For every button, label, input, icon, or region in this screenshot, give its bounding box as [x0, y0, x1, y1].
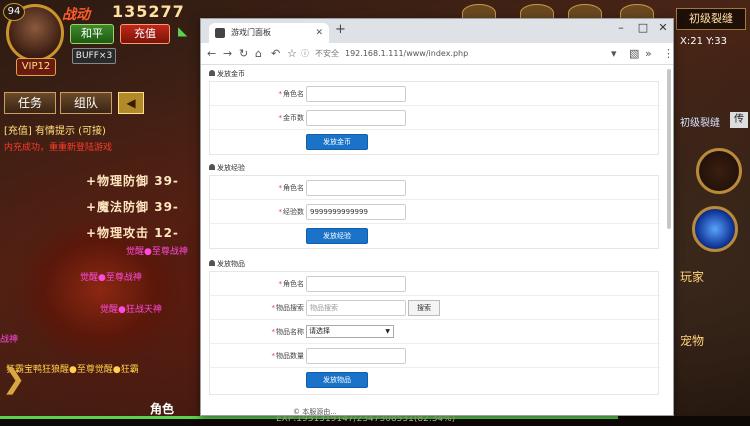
- form-row: *物品搜索 物品搜索 搜索: [210, 296, 660, 320]
- field-label: *角色名: [278, 280, 305, 288]
- item-search-input[interactable]: 物品搜索: [306, 300, 406, 316]
- recharge-button[interactable]: 充值: [120, 24, 170, 44]
- players-button[interactable]: 玩家: [680, 268, 704, 285]
- field-label: *物品名称: [271, 328, 305, 336]
- browser-toolbar: ← → ↻ ⌂ ↶ ☆ ⓘ 不安全 192.168.1.111/www/index.…: [201, 43, 673, 65]
- chat-line: 觉醒●狂战天神: [100, 305, 162, 315]
- info-icon: ⓘ: [301, 49, 309, 58]
- minimize-icon[interactable]: –: [611, 21, 631, 34]
- page-content: 发放金币 *角色名 *金币数 发放金币 发放经验 *角色名 *经验数 99999…: [201, 65, 673, 416]
- field-label: *角色名: [278, 90, 305, 98]
- stat-line: +物理攻击 12-: [86, 226, 179, 240]
- chat-line: 狂霸宝鸭狂狼醒●至尊觉醒●狂霸: [6, 365, 139, 375]
- field-label: *经验数: [278, 208, 305, 216]
- tab-team[interactable]: 组队: [60, 92, 112, 114]
- form-row: *物品名称 请选择 ▼: [210, 320, 660, 344]
- extension-icon[interactable]: ▧: [629, 47, 639, 60]
- gold-role-name-input[interactable]: [306, 86, 406, 102]
- browser-titlebar: 游戏门面板 ✕ + – □ ✕: [201, 19, 673, 43]
- lava-area: [20, 220, 180, 360]
- more-tools-icon[interactable]: »: [645, 47, 652, 60]
- close-window-icon[interactable]: ✕: [653, 21, 673, 34]
- section-title-item: 发放物品: [209, 259, 245, 269]
- form-row: *经验数 9999999999999: [210, 200, 660, 224]
- stat-line: +魔法防御 39-: [86, 200, 179, 214]
- map-label: 初级裂缝: [680, 118, 720, 129]
- form-row: *角色名: [210, 176, 660, 200]
- address-bar[interactable]: ⓘ 不安全 192.168.1.111/www/index.php: [301, 46, 601, 62]
- player-level: 94: [3, 3, 25, 21]
- buff-badge[interactable]: BUFF×3: [72, 48, 116, 64]
- page-footer: © 本服源由...: [293, 408, 337, 416]
- form-row: *角色名: [210, 82, 660, 106]
- reload-icon[interactable]: ↻: [239, 47, 248, 60]
- gold-amount-input[interactable]: [306, 110, 406, 126]
- coordinates: X:21 Y:33: [680, 36, 727, 47]
- field-label: *金币数: [278, 114, 305, 122]
- skill-orb-icon[interactable]: [696, 148, 742, 194]
- search-button[interactable]: 搜索: [408, 300, 440, 316]
- new-tab-icon[interactable]: +: [335, 22, 346, 37]
- field-label: *物品搜索: [271, 304, 305, 312]
- expand-arrow-icon[interactable]: ❯: [2, 362, 25, 395]
- section-title-exp: 发放经验: [209, 163, 245, 173]
- tab-favicon-icon: [215, 28, 225, 38]
- undo-icon[interactable]: ↶: [271, 47, 280, 60]
- section-title-gold: 发放金币: [209, 69, 245, 79]
- tab-task[interactable]: 任务: [4, 92, 56, 114]
- security-label: 不安全: [315, 49, 339, 58]
- send-item-button[interactable]: 发放物品: [306, 372, 368, 388]
- vip-badge[interactable]: VIP12: [16, 58, 56, 76]
- user-icon: [209, 164, 215, 170]
- form-row: *金币数: [210, 106, 660, 130]
- scrollbar[interactable]: [667, 69, 671, 229]
- user-icon: [209, 260, 215, 266]
- tab-title: 游戏门面板: [231, 28, 271, 37]
- send-gold-button[interactable]: 发放金币: [306, 134, 368, 150]
- stat-line: +物理防御 39-: [86, 174, 179, 188]
- bookmark-star-icon[interactable]: ☆: [287, 47, 297, 60]
- item-quantity-input[interactable]: [306, 348, 406, 364]
- field-label: *角色名: [278, 184, 305, 192]
- teleport-button[interactable]: 传: [730, 112, 748, 128]
- item-name-select[interactable]: 请选择 ▼: [306, 325, 394, 338]
- forward-icon[interactable]: →: [223, 47, 232, 60]
- peace-mode-button[interactable]: 和平: [70, 24, 114, 44]
- power-label: 战动: [62, 7, 90, 23]
- form-row: *物品数量: [210, 344, 660, 368]
- chat-line: 觉醒●至尊战神: [80, 273, 142, 283]
- maximize-icon[interactable]: □: [633, 21, 653, 34]
- item-role-name-input[interactable]: [306, 276, 406, 292]
- pet-button[interactable]: 宠物: [680, 332, 704, 349]
- field-label: *物品数量: [271, 352, 305, 360]
- mana-orb-icon[interactable]: [692, 206, 738, 252]
- exp-amount-input[interactable]: 9999999999999: [306, 204, 406, 220]
- user-icon: [209, 70, 215, 76]
- gold-panel: *角色名 *金币数 发放金币: [209, 81, 660, 155]
- chevron-down-icon: ▼: [385, 328, 390, 335]
- browser-window: 游戏门面板 ✕ + – □ ✕ ← → ↻ ⌂ ↶ ☆ ⓘ 不安全 192.168.…: [200, 18, 674, 416]
- item-panel: *角色名 *物品搜索 物品搜索 搜索 *物品名称 请选择 ▼ *物品数量 发放物品: [209, 271, 660, 395]
- url-text: 192.168.1.111/www/index.php: [345, 49, 469, 58]
- recharge-hint[interactable]: [充值] 有情提示 (可接): [4, 122, 106, 137]
- chat-line: 觉醒●至尊战神: [126, 247, 188, 257]
- wifi-icon: ◣: [178, 24, 188, 38]
- send-exp-button[interactable]: 发放经验: [306, 228, 368, 244]
- tab-close-icon[interactable]: ✕: [315, 23, 323, 43]
- power-value: 135277: [112, 2, 185, 21]
- map-name-button[interactable]: 初级裂缝: [676, 8, 746, 30]
- home-icon[interactable]: ⌂: [255, 47, 262, 60]
- collapse-arrow-icon[interactable]: ◀: [118, 92, 144, 114]
- back-icon[interactable]: ←: [207, 47, 216, 60]
- chat-line: 战神: [0, 335, 19, 345]
- recharge-success-message: 内充成功，重重新登陆游戏: [4, 143, 113, 153]
- exp-panel: *角色名 *经验数 9999999999999 发放经验: [209, 175, 660, 249]
- browser-tab[interactable]: 游戏门面板 ✕: [209, 23, 329, 43]
- role-button[interactable]: 角色: [150, 400, 174, 417]
- exp-role-name-input[interactable]: [306, 180, 406, 196]
- menu-icon[interactable]: ⋮: [663, 47, 673, 60]
- dropdown-icon[interactable]: ▾: [611, 47, 617, 60]
- form-row: *角色名: [210, 272, 660, 296]
